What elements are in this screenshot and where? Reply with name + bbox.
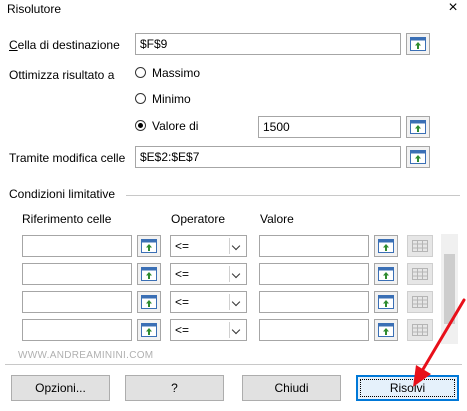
constraint-reference-shrink-button[interactable] [137, 291, 161, 313]
column-header-value: Valore [260, 212, 294, 226]
window-title: Risolutore [7, 2, 62, 16]
target-cell-label: Cella di destinazione [9, 38, 120, 52]
changing-cells-shrink-button[interactable] [406, 146, 430, 168]
radio-maximum-label: Massimo [152, 66, 201, 80]
shrink-dialog-icon [378, 323, 394, 337]
shrink-dialog-icon [141, 239, 157, 253]
chevron-down-icon [229, 294, 244, 310]
constraint-operator-value: <= [175, 267, 190, 281]
value-of-shrink-button[interactable] [406, 116, 430, 138]
options-button-label: Opzioni... [35, 381, 86, 395]
column-header-reference: Riferimento celle [22, 212, 112, 226]
constraint-value-input[interactable] [259, 263, 369, 285]
constraints-section-label: Condizioni limitative [9, 187, 116, 201]
constraint-operator-select[interactable]: <= [170, 263, 247, 285]
constraint-operator-value: <= [175, 295, 190, 309]
changing-cells-label: Tramite modifica celle [9, 151, 126, 165]
constraint-reference-shrink-button[interactable] [137, 263, 161, 285]
delete-row-icon [412, 240, 428, 252]
constraint-delete-button[interactable] [407, 263, 433, 285]
watermark-text: WWW.ANDREAMININI.COM [18, 350, 154, 361]
shrink-dialog-icon [378, 267, 394, 281]
constraint-value-shrink-button[interactable] [374, 235, 398, 257]
changing-cells-input[interactable]: $E$2:$E$7 [135, 146, 401, 168]
shrink-dialog-icon [378, 239, 394, 253]
constraint-delete-button[interactable] [407, 235, 433, 257]
constraint-operator-value: <= [175, 239, 190, 253]
close-button-label: Chiudi [274, 381, 309, 395]
shrink-dialog-icon [378, 295, 394, 309]
chevron-down-icon [229, 238, 244, 254]
help-button[interactable]: ? [125, 375, 224, 401]
radio-minimum-label: Minimo [152, 92, 191, 106]
annotation-arrow [413, 298, 466, 387]
radio-maximum[interactable] [135, 67, 146, 78]
constraint-value-input[interactable] [259, 235, 369, 257]
close-icon[interactable]: × [444, 0, 462, 16]
constraint-value-input[interactable] [259, 319, 369, 341]
radio-value-of-label: Valore di [152, 119, 199, 133]
constraint-reference-input[interactable] [22, 291, 132, 313]
constraint-value-shrink-button[interactable] [374, 319, 398, 341]
footer-divider [5, 364, 462, 365]
column-header-operator: Operatore [171, 212, 226, 226]
constraint-reference-shrink-button[interactable] [137, 319, 161, 341]
constraint-operator-select[interactable]: <= [170, 291, 247, 313]
delete-row-icon [412, 268, 428, 280]
optimize-label: Ottimizza risultato a [9, 68, 115, 82]
constraint-reference-shrink-button[interactable] [137, 235, 161, 257]
chevron-down-icon [229, 266, 244, 282]
constraint-reference-input[interactable] [22, 235, 132, 257]
constraint-value-shrink-button[interactable] [374, 291, 398, 313]
close-button[interactable]: Chiudi [242, 375, 341, 401]
constraint-value-input[interactable] [259, 291, 369, 313]
value-of-input[interactable]: 1500 [258, 116, 401, 138]
options-button[interactable]: Opzioni... [11, 375, 110, 401]
shrink-dialog-icon [141, 267, 157, 281]
constraint-operator-value: <= [175, 323, 190, 337]
shrink-dialog-icon [141, 323, 157, 337]
radio-value-of[interactable] [135, 120, 146, 131]
shrink-dialog-icon [410, 37, 426, 51]
constraint-reference-input[interactable] [22, 263, 132, 285]
target-cell-input[interactable]: $F$9 [135, 33, 401, 55]
constraint-operator-select[interactable]: <= [170, 319, 247, 341]
constraint-reference-input[interactable] [22, 319, 132, 341]
shrink-dialog-icon [141, 295, 157, 309]
constraint-value-shrink-button[interactable] [374, 263, 398, 285]
help-button-label: ? [171, 381, 178, 395]
chevron-down-icon [229, 322, 244, 338]
radio-minimum[interactable] [135, 93, 146, 104]
shrink-dialog-icon [410, 150, 426, 164]
section-divider [126, 195, 460, 196]
shrink-dialog-icon [410, 120, 426, 134]
target-cell-shrink-button[interactable] [406, 33, 430, 55]
constraint-operator-select[interactable]: <= [170, 235, 247, 257]
